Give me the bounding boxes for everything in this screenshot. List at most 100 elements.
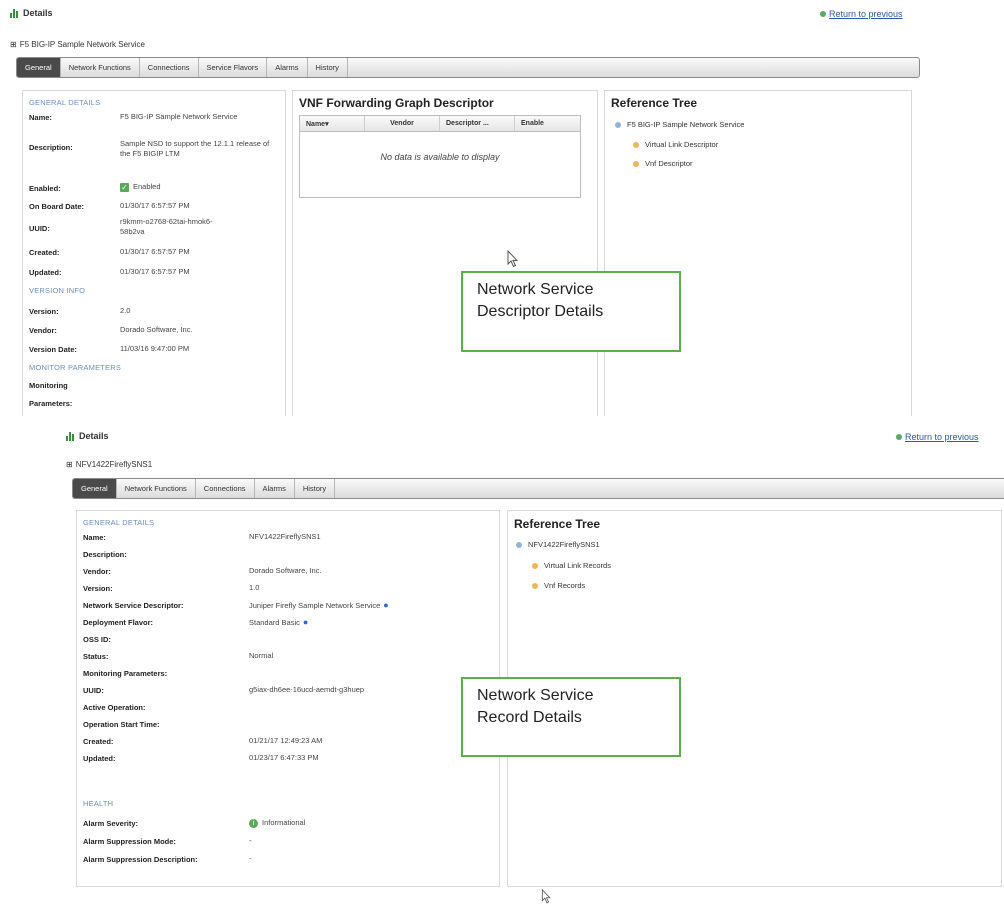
- column-enable[interactable]: Enable: [515, 116, 571, 131]
- enabled-label: Enabled:: [29, 184, 61, 193]
- health-label: Alarm Suppression Mode:: [83, 837, 176, 846]
- onboard-date-label: On Board Date:: [29, 202, 85, 211]
- updated-value: 01/30/17 6:57:57 PM: [120, 267, 190, 276]
- detail-label: Created:: [83, 737, 114, 746]
- tree-expand-icon: ⊞: [66, 460, 73, 469]
- tree-child-label: Vnf Descriptor: [645, 159, 693, 168]
- tree-child-item[interactable]: Virtual Link Records: [532, 561, 611, 570]
- callout-line-1: Network Service: [477, 687, 594, 704]
- tree-node-icon: [532, 582, 538, 589]
- description-value: Sample NSD to support the 12.1.1 release…: [120, 139, 270, 158]
- detail-value[interactable]: Standard Basic ●: [249, 617, 308, 628]
- tab-general[interactable]: General: [17, 58, 61, 77]
- checkbox-checked-icon: ✓: [120, 182, 129, 192]
- detail-value: 01/23/17 6:47:33 PM: [249, 753, 319, 763]
- tree-child-item[interactable]: Vnf Descriptor: [633, 159, 693, 168]
- details-title: Details: [79, 431, 109, 441]
- return-link-label: Return to previous: [905, 432, 979, 442]
- monitoring-label: Monitoring: [29, 381, 68, 390]
- tab-history[interactable]: History: [308, 58, 348, 77]
- column-vendor[interactable]: Vendor: [365, 116, 440, 131]
- callout-descriptor-details: Network Service Descriptor Details: [461, 271, 681, 352]
- detail-value-text: Normal: [249, 651, 274, 660]
- onboard-date-value: 01/30/17 6:57:57 PM: [120, 201, 190, 210]
- detail-value-text: 01/21/17 12:49:23 AM: [249, 736, 323, 745]
- general-details-panel: GENERAL DETAILS Name: F5 BIG-IP Sample N…: [22, 90, 286, 416]
- detail-value[interactable]: Juniper Firefly Sample Network Service ●: [249, 600, 389, 611]
- tree-root-item[interactable]: F5 BIG-IP Sample Network Service: [615, 120, 744, 129]
- detail-value: Normal: [249, 651, 273, 661]
- return-arrow-icon: [820, 11, 826, 17]
- uuid-value: r9kmm-o2768-62tai-hmok6-58b2va: [120, 217, 213, 236]
- return-to-previous-link[interactable]: Return to previous: [896, 432, 979, 442]
- column-name[interactable]: Name▾: [300, 116, 365, 131]
- link-indicator-icon[interactable]: ●: [303, 617, 308, 627]
- tab-alarms[interactable]: Alarms: [267, 58, 308, 77]
- health-value: i Informational: [249, 818, 305, 828]
- tree-root-item[interactable]: NFV1422FireflySNS1: [516, 540, 600, 549]
- callout-record-details: Network Service Record Details: [461, 677, 681, 757]
- vendor-label: Vendor:: [29, 326, 57, 335]
- return-link-label: Return to previous: [829, 9, 903, 19]
- tab-network-functions[interactable]: Network Functions: [61, 58, 140, 77]
- updated-label: Updated:: [29, 268, 62, 277]
- vnffg-title: VNF Forwarding Graph Descriptor: [299, 96, 494, 110]
- tree-root-label: F5 BIG-IP Sample Network Service: [627, 120, 745, 129]
- detail-label: OSS ID:: [83, 635, 111, 644]
- vnffg-panel: VNF Forwarding Graph Descriptor Name▾ Ve…: [292, 90, 598, 416]
- general-details-panel: GENERAL DETAILS Name: NFV1422FireflySNS1 D…: [76, 510, 500, 887]
- section-health: HEALTH: [83, 799, 114, 808]
- tab-connections[interactable]: Connections: [140, 58, 199, 77]
- tree-node-icon: [633, 141, 639, 148]
- return-to-previous-link[interactable]: Return to previous: [820, 9, 903, 19]
- reference-tree-panel: Reference Tree F5 BIG-IP Sample Network …: [604, 90, 912, 416]
- mouse-cursor-icon: [507, 250, 519, 268]
- detail-value-text: Dorado Software, Inc.: [249, 566, 322, 575]
- tab-connections[interactable]: Connections: [196, 479, 255, 498]
- detail-label: UUID:: [83, 686, 104, 695]
- vnffg-grid-header: Name▾ Vendor Descriptor ... Enable: [300, 116, 580, 132]
- health-value-text: -: [249, 854, 252, 863]
- version-label: Version:: [29, 307, 59, 316]
- tab-network-functions[interactable]: Network Functions: [117, 479, 196, 498]
- tab-alarms[interactable]: Alarms: [255, 479, 295, 498]
- tree-child-item[interactable]: Virtual Link Descriptor: [633, 140, 718, 149]
- detail-label: Operation Start Time:: [83, 720, 160, 729]
- tree-child-item[interactable]: Vnf Records: [532, 581, 585, 590]
- reference-tree-title: Reference Tree: [514, 517, 601, 531]
- section-monitor-parameters: MONITOR PARAMETERS: [29, 363, 122, 372]
- tree-child-label: Virtual Link Records: [544, 561, 611, 570]
- tab-general[interactable]: General: [73, 479, 117, 498]
- tree-node-icon: [532, 562, 538, 569]
- details-title: Details: [23, 8, 53, 18]
- grid-empty-message: No data is available to display: [380, 152, 500, 162]
- tab-bar: General Network Functions Connections Al…: [72, 478, 1004, 499]
- created-label: Created:: [29, 248, 60, 257]
- health-value: -: [249, 836, 252, 846]
- detail-value: NFV1422FireflySNS1: [249, 532, 321, 542]
- detail-value-text: Juniper Firefly Sample Network Service: [249, 601, 381, 610]
- callout-line-1: Network Service: [477, 281, 594, 298]
- callout-line-2: Record Details: [477, 709, 582, 726]
- version-value: 2.0: [120, 306, 131, 315]
- version-date-label: Version Date:: [29, 345, 77, 354]
- detail-label: Vendor:: [83, 567, 111, 576]
- section-general-details: GENERAL DETAILS: [83, 518, 155, 527]
- detail-value: g5iax-dh6ee-16ucd-aemdt-g3huep: [249, 685, 364, 695]
- detail-label: Name:: [83, 533, 106, 542]
- tab-history[interactable]: History: [295, 479, 336, 498]
- detail-label: Active Operation:: [83, 703, 146, 712]
- created-value: 01/30/17 6:57:57 PM: [120, 247, 190, 256]
- column-descriptor[interactable]: Descriptor ...: [440, 116, 515, 131]
- detail-value: 1.0: [249, 583, 259, 593]
- detail-value-text: NFV1422FireflySNS1: [249, 532, 321, 541]
- parameters-label: Parameters:: [29, 399, 73, 408]
- name-value: F5 BIG-IP Sample Network Service: [120, 112, 238, 121]
- vnffg-grid: Name▾ Vendor Descriptor ... Enable No da…: [299, 115, 581, 198]
- tab-bar: General Network Functions Connections Se…: [16, 57, 920, 78]
- link-indicator-icon[interactable]: ●: [383, 600, 388, 610]
- detail-label: Monitoring Parameters:: [83, 669, 168, 678]
- tab-service-flavors[interactable]: Service Flavors: [199, 58, 268, 77]
- section-version-info: VERSION INFO: [29, 286, 86, 295]
- description-label: Description:: [29, 143, 73, 152]
